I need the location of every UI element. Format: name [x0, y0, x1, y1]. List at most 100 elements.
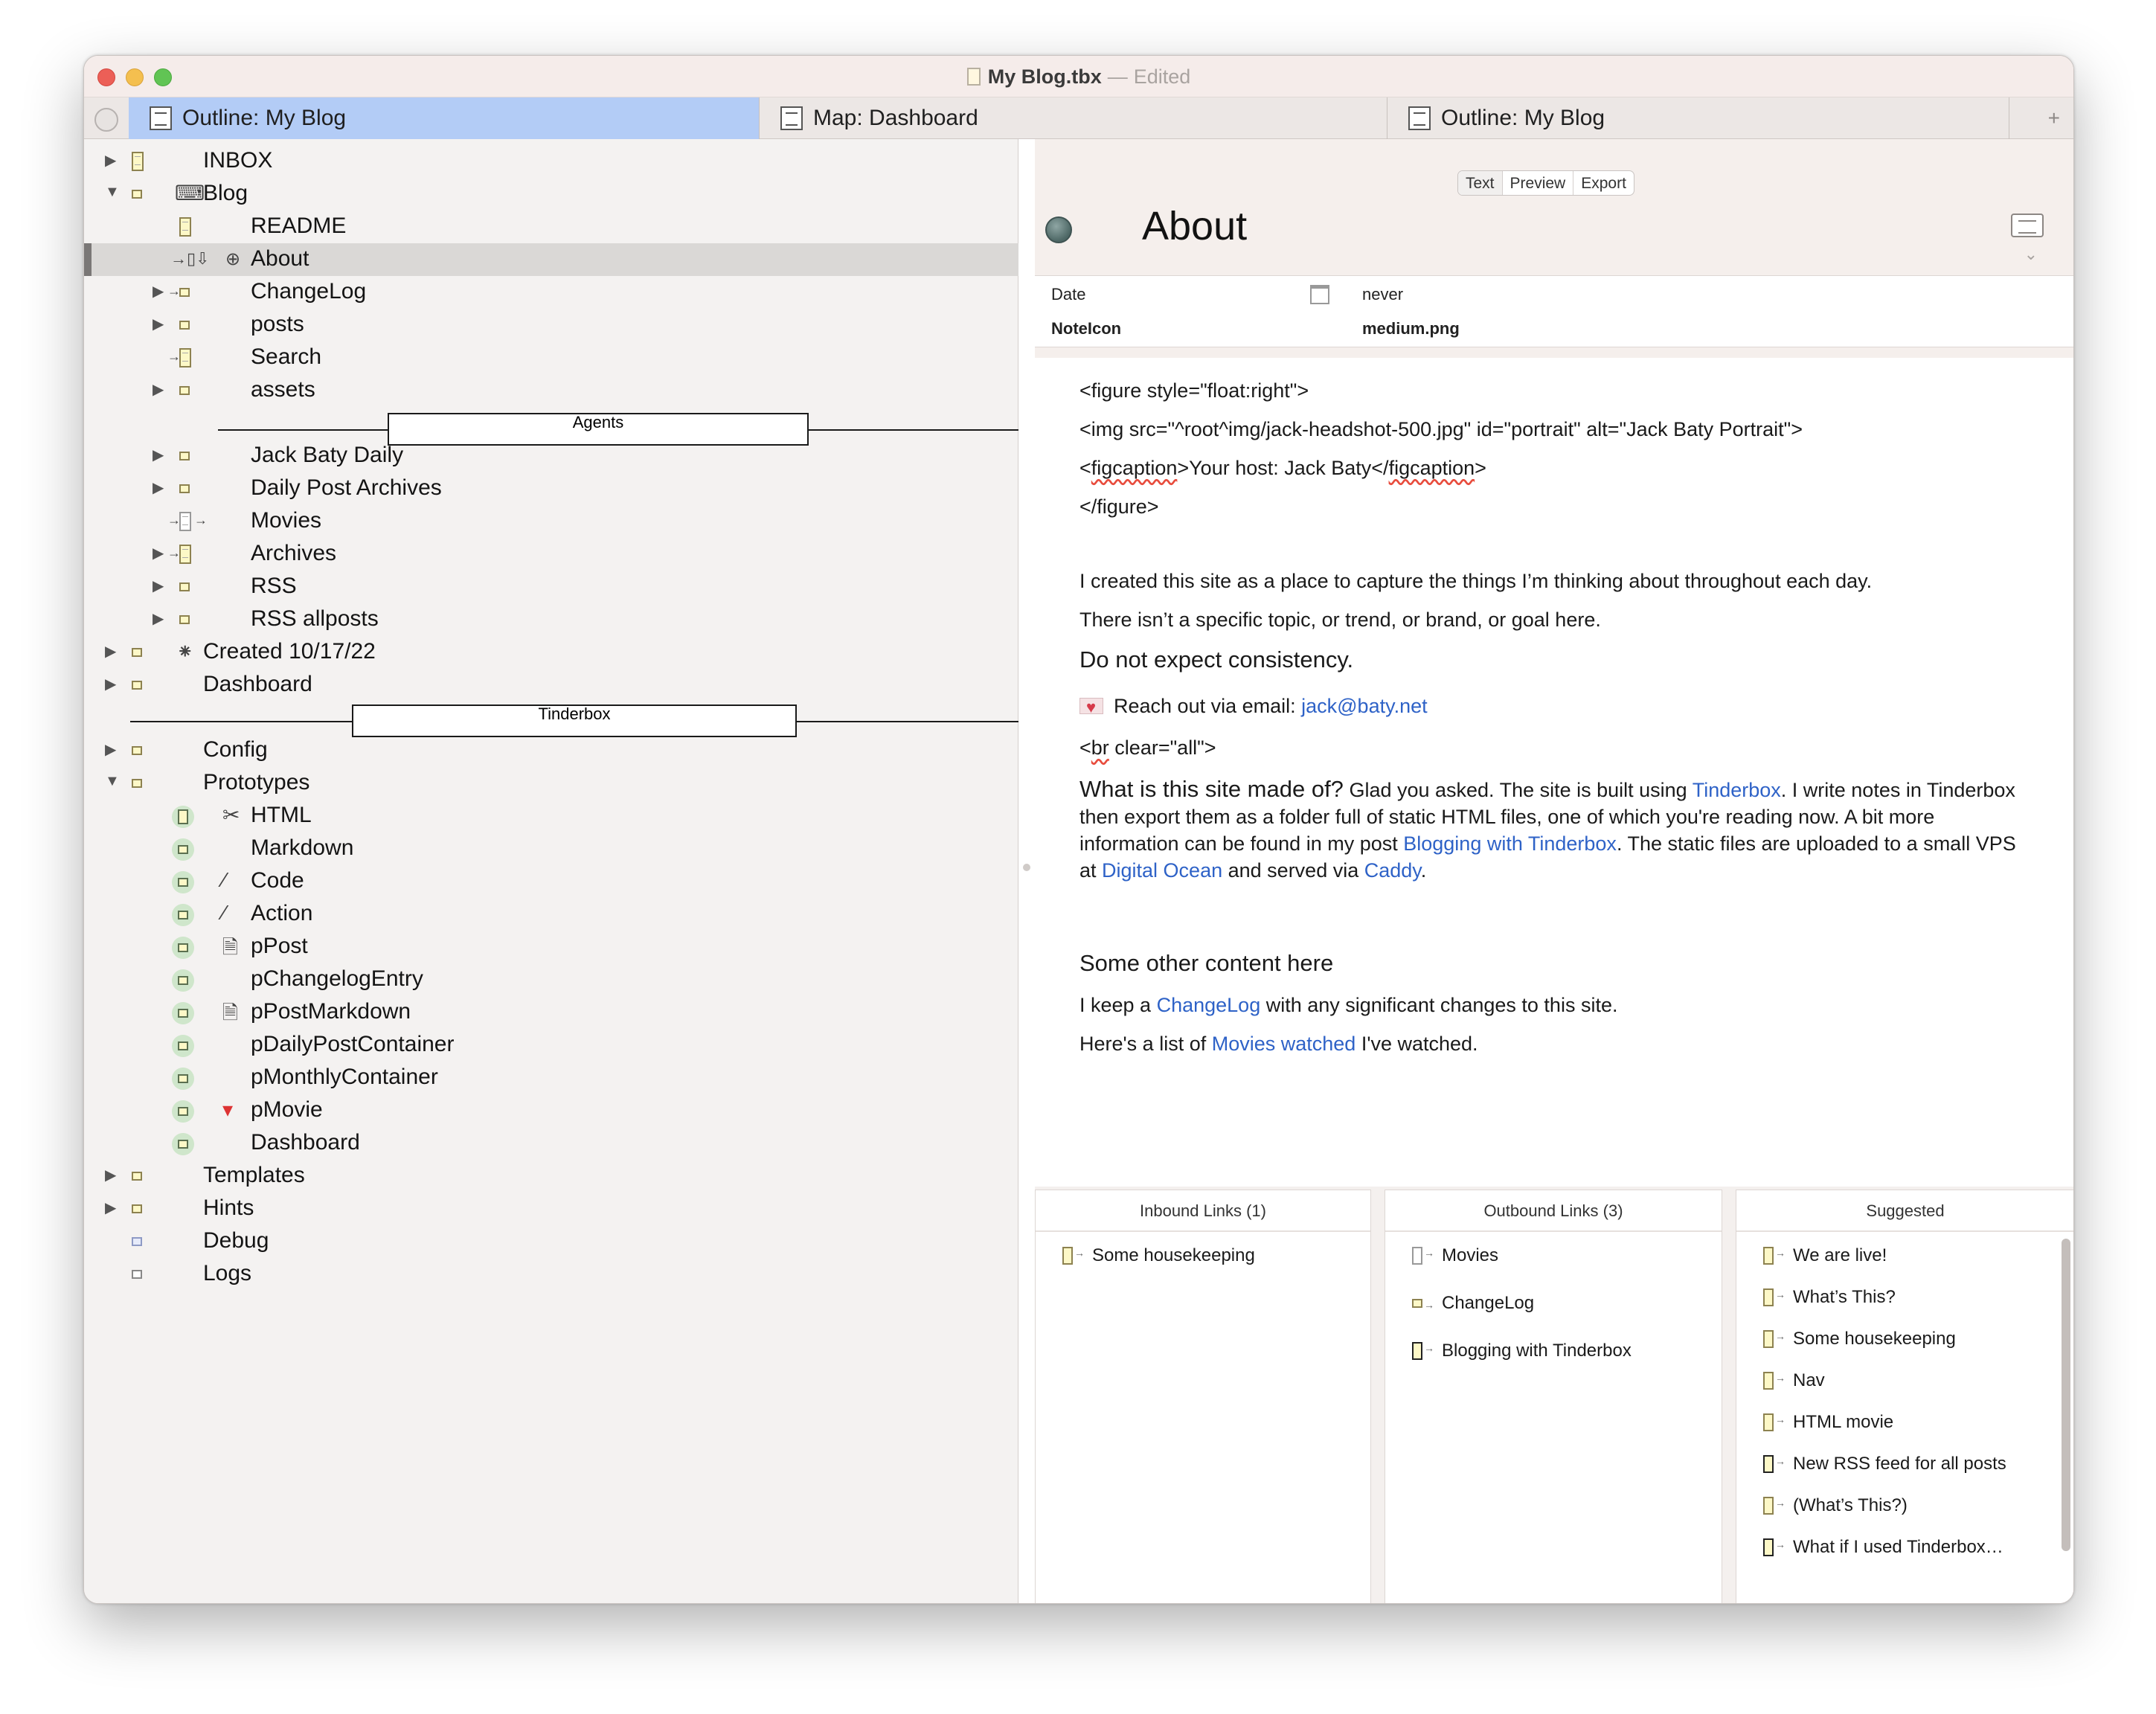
link-item-label: Some housekeeping	[1793, 1329, 1956, 1349]
outline-item-label: Created 10/17/22	[203, 639, 376, 664]
outline-item-hints[interactable]: ▶ Hints	[84, 1193, 1018, 1225]
calendar-icon[interactable]	[1310, 285, 1329, 304]
note-title[interactable]: About	[1142, 203, 1247, 249]
email-link[interactable]: jack@baty.net	[1301, 695, 1428, 717]
disclosure-triangle-icon[interactable]: ▶	[105, 151, 116, 170]
outline-item-ppostmarkdown[interactable]: 🗎 pPostMarkdown	[84, 996, 1018, 1029]
attribute-value[interactable]: medium.png	[1362, 319, 1460, 338]
attribute-row-noteicon[interactable]: NoteIcon medium.png	[1035, 310, 2073, 344]
outline-item-label: README	[251, 214, 347, 238]
chevron-down-icon[interactable]: ⌄	[2024, 245, 2038, 264]
disclosure-triangle-icon[interactable]: ▶	[105, 642, 116, 661]
agent-icon	[179, 484, 190, 493]
link-item[interactable]: ChangeLog	[1385, 1290, 1722, 1317]
tab-outline-my-blog[interactable]: Outline: My Blog	[129, 97, 760, 139]
outline-item-dashboard[interactable]: ▶ Dashboard	[84, 669, 1018, 702]
blogging-with-tinderbox-link[interactable]: Blogging with Tinderbox	[1403, 832, 1617, 855]
disclosure-triangle-icon[interactable]: ▶	[153, 577, 164, 595]
text-line: </figure>	[1079, 495, 1159, 518]
outline-item-rss[interactable]: ▶ RSS	[84, 571, 1018, 603]
outline-item-posts[interactable]: ▶ posts	[84, 309, 1018, 341]
outline-icon	[150, 106, 172, 130]
outline-item-pmovie[interactable]: ▾ pMovie	[84, 1094, 1018, 1127]
mode-text-button[interactable]: Text	[1458, 171, 1503, 195]
outline-item-search[interactable]: → Search	[84, 341, 1018, 374]
disclosure-triangle-icon[interactable]: ▶	[153, 478, 164, 497]
outline-item-markdown[interactable]: Markdown	[84, 832, 1018, 865]
attribute-divider	[1035, 347, 2073, 358]
outline-item-daily-post-archives[interactable]: ▶ Daily Post Archives	[84, 472, 1018, 505]
outline-item-archives[interactable]: ▶ → Archives	[84, 538, 1018, 571]
outline-item-rss-allposts[interactable]: ▶ RSS allposts	[84, 603, 1018, 636]
attribute-value[interactable]: never	[1362, 285, 1403, 304]
suggested-item[interactable]: (What’s This?)	[1736, 1492, 2073, 1519]
tab-map-dashboard[interactable]: Map: Dashboard	[760, 97, 1387, 139]
suggested-item[interactable]: What if I used Tinderbox…	[1736, 1534, 2073, 1561]
link-item[interactable]: Movies	[1385, 1242, 1722, 1269]
outline-item-code[interactable]: ⁄ Code	[84, 865, 1018, 898]
table-icon[interactable]	[2011, 214, 2044, 237]
link-item[interactable]: Some housekeeping	[1036, 1242, 1370, 1269]
disclosure-triangle-icon[interactable]: ▶	[153, 609, 164, 628]
add-tab-button[interactable]: +	[2048, 106, 2060, 130]
disclosure-triangle-icon[interactable]: ▶	[105, 1166, 116, 1184]
split-view-handle[interactable]	[1023, 864, 1030, 871]
outline-item-blog[interactable]: ▼ ⌨ Blog	[84, 178, 1018, 211]
outline-item-config[interactable]: ▶ Config	[84, 734, 1018, 767]
outline-item-inbox[interactable]: ▶ INBOX	[84, 145, 1018, 178]
outline-item-logs[interactable]: Logs	[84, 1258, 1018, 1291]
outline-item-proto-dashboard[interactable]: Dashboard	[84, 1127, 1018, 1160]
outline-item-assets[interactable]: ▶ assets	[84, 374, 1018, 407]
disclosure-triangle-icon[interactable]: ▶	[153, 446, 164, 464]
suggested-scrollbar[interactable]	[2062, 1239, 2070, 1551]
text-paragraph: What is this site made of? Glad you aske…	[1079, 776, 2016, 882]
changelog-link[interactable]: ChangeLog	[1157, 994, 1261, 1016]
disclosure-triangle-icon[interactable]: ▶	[105, 740, 116, 759]
outline-item-html[interactable]: ✂ HTML	[84, 800, 1018, 832]
outline-item-prototypes[interactable]: ▼ Prototypes	[84, 767, 1018, 800]
tab-overview-button[interactable]	[94, 108, 118, 132]
caddy-link[interactable]: Caddy	[1364, 859, 1421, 882]
note-color-icon[interactable]	[1045, 216, 1072, 243]
tab-outline-my-blog-2[interactable]: Outline: My Blog	[1387, 97, 2009, 139]
outline-item-created[interactable]: ▶ ⁕ Created 10/17/22	[84, 636, 1018, 669]
suggested-item[interactable]: Nav	[1736, 1367, 2073, 1394]
suggested-item[interactable]: What’s This?	[1736, 1284, 2073, 1311]
outline-item-templates[interactable]: ▶ Templates	[84, 1160, 1018, 1193]
prototype-icon	[172, 1035, 194, 1057]
title-separator: —	[1107, 65, 1128, 88]
disclosure-triangle-icon[interactable]: ▶	[105, 1198, 116, 1217]
attribute-row-date[interactable]: Date never	[1035, 276, 2073, 310]
outline-item-jack-baty-daily[interactable]: ▶ Jack Baty Daily	[84, 440, 1018, 472]
disclosure-triangle-icon[interactable]: ▶	[153, 282, 164, 301]
container-icon	[179, 386, 190, 395]
disclosure-triangle-icon[interactable]: ▶	[153, 380, 164, 399]
outline-item-pmonthlycontainer[interactable]: pMonthlyContainer	[84, 1062, 1018, 1094]
suggested-item[interactable]: We are live!	[1736, 1242, 2073, 1269]
tab-bar: Outline: My Blog Map: Dashboard Outline:…	[84, 97, 2073, 139]
digital-ocean-link[interactable]: Digital Ocean	[1102, 859, 1222, 882]
link-item[interactable]: Blogging with Tinderbox	[1385, 1338, 1722, 1364]
outline-item-pchangelogentry[interactable]: pChangelogEntry	[84, 963, 1018, 996]
note-icon	[179, 348, 191, 367]
mode-export-button[interactable]: Export	[1573, 171, 1634, 195]
suggested-item[interactable]: Some housekeeping	[1736, 1326, 2073, 1352]
outline-item-movies[interactable]: → → Movies	[84, 505, 1018, 538]
outline-item-readme[interactable]: README	[84, 211, 1018, 243]
disclosure-triangle-icon[interactable]: ▶	[105, 675, 116, 693]
tinderbox-link[interactable]: Tinderbox	[1693, 779, 1781, 801]
movies-watched-link[interactable]: Movies watched	[1212, 1033, 1356, 1055]
outline-item-action[interactable]: ⁄ Action	[84, 898, 1018, 931]
disclosure-triangle-icon[interactable]: ▼	[105, 184, 120, 201]
suggested-item[interactable]: New RSS feed for all posts	[1736, 1451, 2073, 1477]
outline-item-changelog[interactable]: ▶ → ChangeLog	[84, 276, 1018, 309]
outline-item-pdailypostcontainer[interactable]: pDailyPostContainer	[84, 1029, 1018, 1062]
outline-item-ppost[interactable]: 🗎 pPost	[84, 931, 1018, 963]
outline-item-about[interactable]: →▯⇩ ⊕ About	[84, 243, 1018, 276]
disclosure-triangle-icon[interactable]: ▶	[153, 544, 164, 562]
disclosure-triangle-icon[interactable]: ▼	[105, 773, 120, 790]
suggested-item[interactable]: HTML movie	[1736, 1409, 2073, 1436]
disclosure-triangle-icon[interactable]: ▶	[153, 315, 164, 333]
outline-item-debug[interactable]: Debug	[84, 1225, 1018, 1258]
mode-preview-button[interactable]: Preview	[1503, 171, 1574, 195]
